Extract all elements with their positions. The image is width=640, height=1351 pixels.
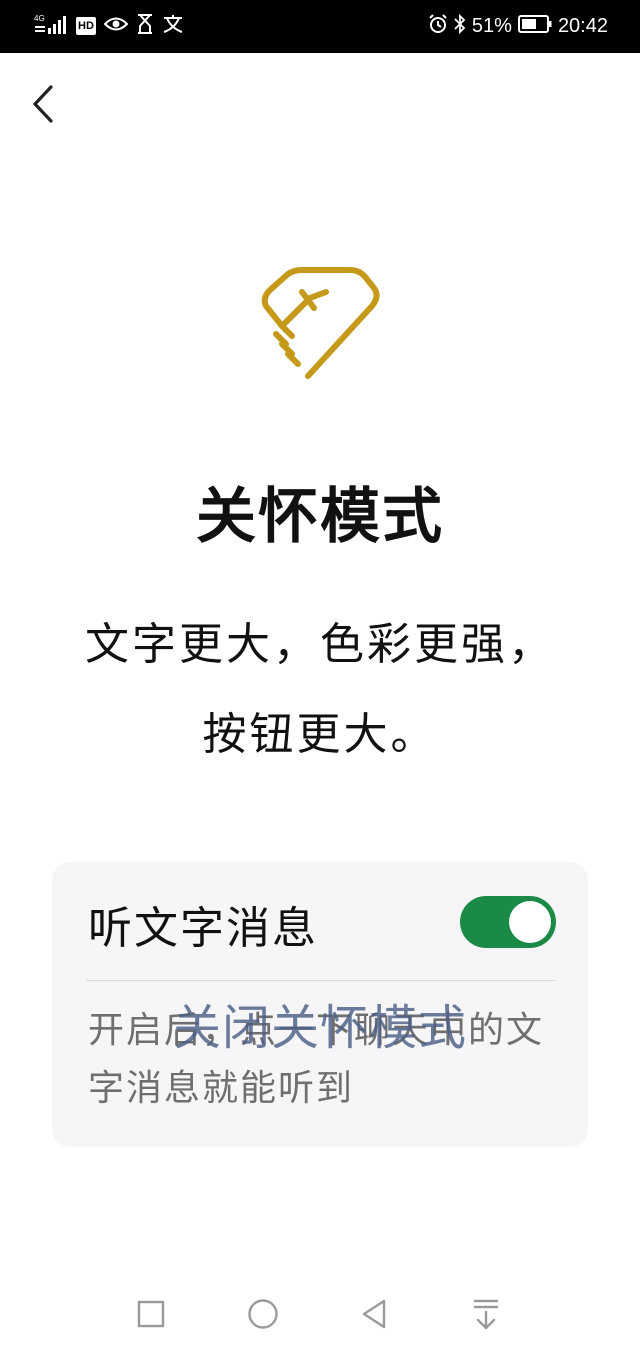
- listen-text-message-toggle[interactable]: [460, 896, 556, 948]
- home-button[interactable]: [238, 1294, 288, 1334]
- hd-badge: HD: [76, 17, 96, 35]
- alarm-icon: [428, 14, 448, 38]
- battery-icon: [517, 15, 552, 37]
- recent-apps-button[interactable]: [126, 1294, 176, 1334]
- status-right: 51% 20:42: [428, 12, 608, 40]
- care-mode-logo: [258, 264, 384, 384]
- square-icon: [137, 1300, 165, 1328]
- bluetooth-icon: [454, 13, 466, 38]
- clock: 20:42: [557, 14, 608, 37]
- hourglass-icon: [136, 14, 154, 38]
- chevron-left-icon: [33, 85, 53, 123]
- status-left: 4G HD: [34, 12, 184, 40]
- download-icon: [473, 1299, 499, 1330]
- close-care-mode-link[interactable]: 关闭关怀模式: [168, 988, 472, 1058]
- battery-percent: 51%: [471, 14, 512, 37]
- toggle-knob: [509, 901, 551, 943]
- circle-icon: [248, 1299, 278, 1329]
- heart-hand-icon: [261, 267, 380, 379]
- description-line-2: 按钮更大。: [202, 709, 438, 760]
- svg-text:4G: 4G: [34, 14, 45, 23]
- eye-icon: [103, 15, 129, 37]
- translate-icon: [162, 14, 184, 38]
- description-line-1: 文字更大，色彩更强，: [85, 619, 555, 670]
- back-button[interactable]: [22, 80, 64, 128]
- listen-text-message-label: 听文字消息: [88, 903, 318, 954]
- page-title: 关怀模式: [196, 482, 444, 552]
- triangle-back-icon: [362, 1299, 386, 1329]
- notification-pull-button[interactable]: [461, 1294, 511, 1334]
- navigation-bar: [0, 1270, 640, 1351]
- card-divider: [86, 980, 556, 981]
- status-bar: 4G HD 51% 20:42: [0, 0, 640, 53]
- nav-back-button[interactable]: [349, 1294, 399, 1334]
- signal-icon: 4G: [34, 13, 68, 39]
